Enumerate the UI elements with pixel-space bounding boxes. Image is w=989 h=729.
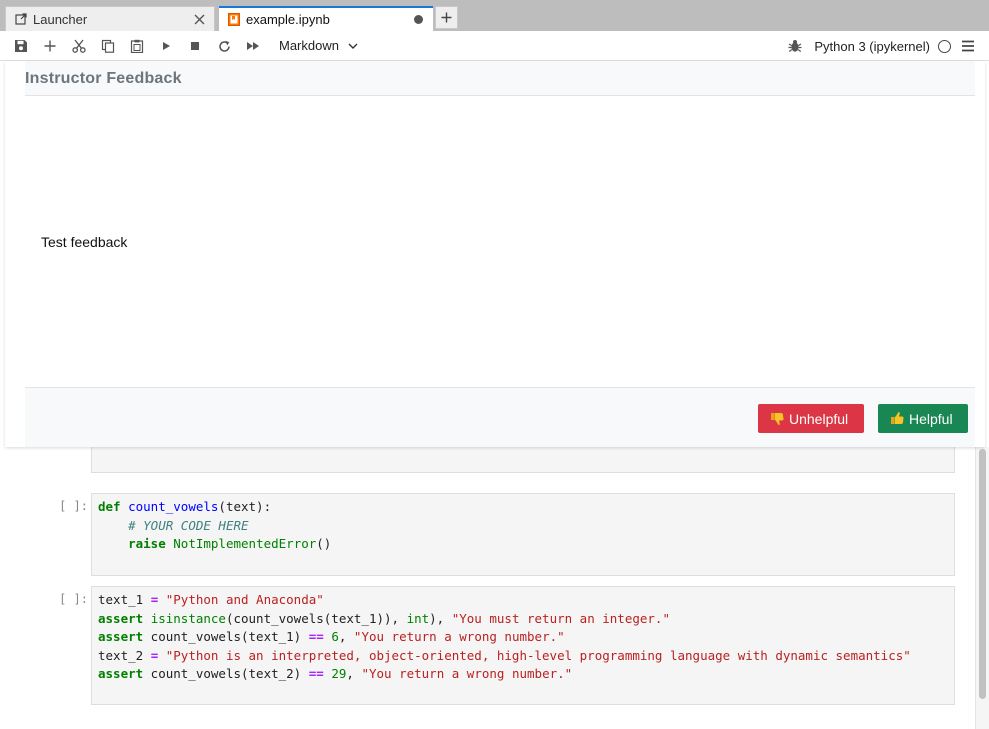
bug-icon[interactable] xyxy=(788,39,802,53)
unhelpful-button[interactable]: Unhelpful xyxy=(758,404,864,433)
cut-button[interactable] xyxy=(70,37,88,55)
plus-icon xyxy=(44,40,56,52)
feedback-panel: Instructor Feedback Test feedback Unhelp… xyxy=(5,61,985,447)
insert-cell-button[interactable] xyxy=(41,37,59,55)
feedback-footer: Unhelpful Helpful xyxy=(25,387,975,447)
scrollbar-thumb[interactable] xyxy=(979,449,986,699)
notebook-icon xyxy=(227,13,241,27)
scrollbar[interactable] xyxy=(975,447,989,729)
cell-type-dropdown[interactable]: Markdown xyxy=(279,38,358,53)
code-cell: [ ]: def count_vowels(text): # YOUR CODE… xyxy=(0,493,975,579)
run-button[interactable] xyxy=(157,37,175,55)
feedback-title: Instructor Feedback xyxy=(25,70,182,87)
close-icon[interactable] xyxy=(192,12,206,26)
paste-button[interactable] xyxy=(128,37,146,55)
run-icon xyxy=(163,42,170,50)
tab-launcher-label: Launcher xyxy=(33,11,88,27)
kernel-area: Python 3 (ipykernel) xyxy=(788,36,975,56)
tab-example-notebook[interactable]: example.ipynb xyxy=(219,6,433,31)
copy-button[interactable] xyxy=(99,37,117,55)
notebook-toolbar: Markdown Python 3 (ipykernel) xyxy=(0,31,989,61)
tab-example-notebook-label: example.ipynb xyxy=(246,12,330,27)
previous-cell-editor[interactable] xyxy=(91,447,955,473)
add-tab-button[interactable] xyxy=(435,6,458,29)
kernel-name[interactable]: Python 3 (ipykernel) xyxy=(814,39,930,54)
stop-button[interactable] xyxy=(186,37,204,55)
thumbs-up-icon xyxy=(889,411,905,427)
tab-launcher[interactable]: Launcher xyxy=(5,6,215,31)
unhelpful-label: Unhelpful xyxy=(789,410,849,427)
code-cell: [ ]: text_1 = "Python and Anaconda" asse… xyxy=(0,586,975,706)
code-editor[interactable]: def count_vowels(text): # YOUR CODE HERE… xyxy=(91,493,955,576)
cell-prompt: [ ]: xyxy=(59,499,88,513)
paste-icon xyxy=(130,39,144,53)
menu-icon[interactable] xyxy=(961,39,975,53)
cell-type-label: Markdown xyxy=(279,38,339,53)
dirty-dot-icon[interactable] xyxy=(411,13,425,27)
code-editor[interactable]: text_1 = "Python and Anaconda" assert is… xyxy=(91,586,955,705)
cell-prompt: [ ]: xyxy=(59,592,88,606)
chevron-down-icon xyxy=(348,43,358,49)
helpful-button[interactable]: Helpful xyxy=(878,404,968,433)
save-icon xyxy=(15,40,27,52)
feedback-header: Instructor Feedback xyxy=(25,61,975,96)
thumbs-down-icon xyxy=(769,411,785,427)
feedback-text: Test feedback xyxy=(41,234,128,250)
restart-icon xyxy=(218,40,230,52)
save-button[interactable] xyxy=(12,37,30,55)
copy-icon xyxy=(101,39,115,53)
kernel-status-icon xyxy=(938,39,951,53)
run-all-button[interactable] xyxy=(244,37,262,55)
plus-icon xyxy=(441,12,452,23)
restart-button[interactable] xyxy=(215,37,233,55)
tab-bar: Launcher example.ipynb xyxy=(0,0,989,31)
helpful-label: Helpful xyxy=(909,410,953,427)
external-link-icon xyxy=(14,12,28,26)
fast-forward-icon xyxy=(247,42,259,50)
cut-icon xyxy=(72,39,86,53)
stop-icon xyxy=(191,42,199,50)
